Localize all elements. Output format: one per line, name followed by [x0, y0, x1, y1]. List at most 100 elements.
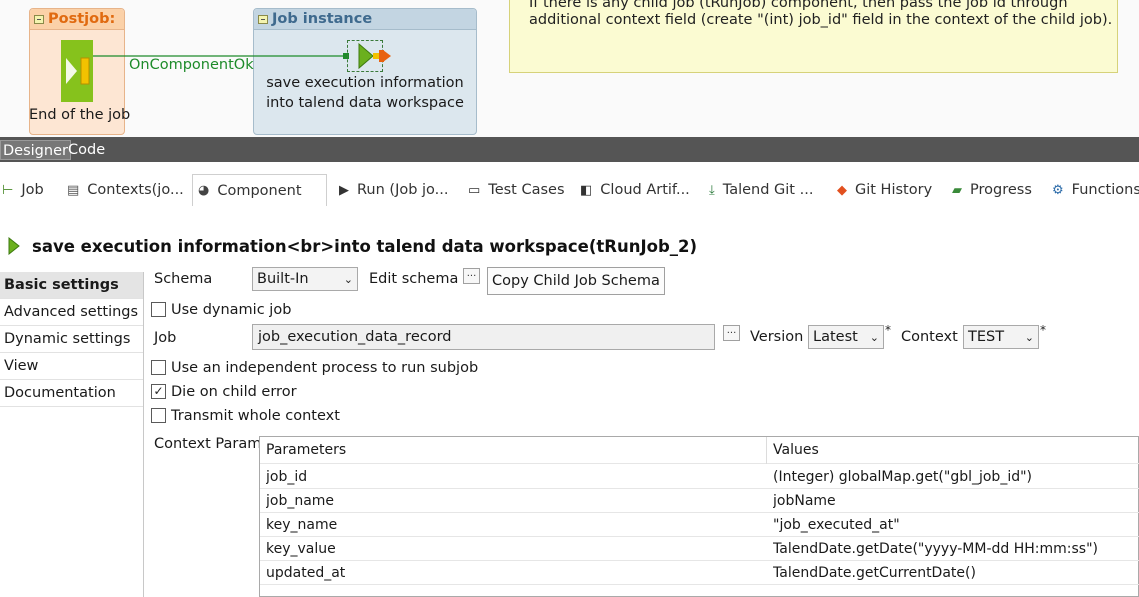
param-value[interactable]: (Integer) globalMap.get("gbl_job_id") [773, 465, 1032, 489]
table-row[interactable]: key_value TalendDate.getDate("yyyy-MM-dd… [260, 537, 1139, 561]
editor-tab-bar: Designer Code [0, 137, 1139, 162]
link-label[interactable]: OnComponentOk [129, 57, 254, 73]
header-values[interactable]: Values [773, 437, 819, 464]
trunjob-component[interactable] [347, 40, 391, 72]
schema-label: Schema [154, 271, 213, 287]
table-row[interactable]: job_id (Integer) globalMap.get("gbl_job_… [260, 465, 1139, 489]
job-label: Job [154, 330, 177, 346]
use-dynamic-job-label: Use dynamic job [171, 302, 292, 318]
header-parameters[interactable]: Parameters [266, 437, 346, 464]
context-label: Context [901, 329, 958, 345]
contexts-icon: ▤ [67, 182, 80, 198]
use-dynamic-job-checkbox[interactable] [151, 302, 166, 317]
tab-label: Cloud Artif... [600, 182, 690, 198]
param-name: key_value [266, 541, 336, 557]
designer-canvas[interactable]: If there is any child job (tRunJob) comp… [0, 0, 1139, 137]
chevron-down-icon: ⌄ [1024, 331, 1034, 344]
tab-label: Git History [855, 182, 933, 198]
run-icon: ▶ [339, 182, 349, 198]
version-label: Version [750, 329, 804, 345]
postjob-arrow-icon [61, 40, 93, 102]
nav-basic-settings[interactable]: Basic settings [0, 272, 143, 299]
tab-label: Progress [970, 182, 1032, 198]
tab-progress[interactable]: ▰ Progress [952, 175, 1032, 205]
test-cases-icon: ▭ [468, 182, 481, 198]
version-required-mark: * [885, 323, 891, 337]
tab-talend-git[interactable]: ⤓ Talend Git ... [709, 175, 813, 205]
nav-advanced-settings[interactable]: Advanced settings [0, 299, 143, 326]
job-field[interactable]: job_execution_data_record [252, 324, 715, 350]
tab-contexts[interactable]: ▤ Contexts(jo... [67, 175, 184, 205]
progress-icon: ▰ [952, 182, 962, 198]
table-row[interactable]: updated_at TalendDate.getCurrentDate() [260, 561, 1139, 585]
die-on-child-error-label: Die on child error [171, 384, 297, 400]
job-browse-button[interactable]: ... [723, 325, 740, 341]
talend-git-icon: ⤓ [709, 182, 715, 198]
tab-code[interactable]: Code [66, 140, 107, 160]
tab-test-cases[interactable]: ▭ Test Cases [468, 175, 565, 205]
context-select[interactable]: TEST ⌄ [963, 325, 1039, 349]
collapse-icon[interactable] [34, 14, 44, 24]
view-tab-bar: ⊢ Job ▤ Contexts(jo... ◕ Component ▶ Run… [0, 174, 1139, 206]
independent-process-checkbox[interactable] [151, 360, 166, 375]
tab-label: Functions [1071, 182, 1139, 198]
context-required-mark: * [1040, 323, 1046, 337]
tab-cloud-artifact[interactable]: ◧ Cloud Artif... [580, 175, 690, 205]
die-on-child-error-checkbox[interactable]: ✓ [151, 384, 166, 399]
param-name: updated_at [266, 565, 346, 581]
runjob-label[interactable]: save execution information into talend d… [253, 73, 477, 113]
tab-git-history[interactable]: ◆ Git History [837, 175, 932, 205]
postjob-component-icon[interactable] [61, 40, 93, 102]
table-header: Parameters Values [260, 437, 1139, 464]
job-instance-header[interactable]: Job instance [254, 9, 476, 30]
runjob-small-icon [8, 237, 20, 255]
transmit-whole-context-checkbox[interactable] [151, 408, 166, 423]
git-history-icon: ◆ [837, 182, 847, 198]
nav-dynamic-settings[interactable]: Dynamic settings [0, 326, 143, 353]
param-value[interactable]: jobName [773, 489, 836, 513]
table-row[interactable]: job_name jobName [260, 489, 1139, 513]
tab-component[interactable]: ◕ Component [192, 174, 327, 206]
runjob-label-line-1: save execution information [266, 75, 464, 91]
nav-documentation[interactable]: Documentation [0, 380, 143, 407]
version-select[interactable]: Latest ⌄ [808, 325, 884, 349]
chevron-down-icon: ⌄ [343, 273, 353, 286]
component-title-bar: save execution information<br>into talen… [0, 232, 697, 260]
postjob-component-label[interactable]: End of the job [29, 105, 130, 125]
functions-icon: ⚙ [1052, 182, 1064, 198]
tab-label: Test Cases [488, 182, 565, 198]
version-value: Latest [813, 329, 858, 345]
runjob-label-line-2: into talend data workspace [266, 95, 464, 111]
schema-select[interactable]: Built-In ⌄ [252, 267, 358, 291]
copy-child-job-schema-button[interactable]: Copy Child Job Schema [487, 267, 665, 295]
postjob-header[interactable]: Postjob: [30, 9, 124, 30]
note-line-1: If there is any child job (tRunJob) comp… [529, 0, 1068, 11]
edit-schema-label: Edit schema [369, 271, 459, 287]
component-title: save execution information<br>into talen… [32, 236, 698, 256]
cloud-artifact-icon: ◧ [580, 182, 593, 198]
tab-functions[interactable]: ⚙ Functions [1052, 175, 1139, 205]
param-value[interactable]: TalendDate.getDate("yyyy-MM-dd HH:mm:ss"… [773, 537, 1098, 561]
tab-label: Job [21, 182, 44, 198]
nav-view[interactable]: View [0, 353, 143, 380]
collapse-icon[interactable] [258, 14, 268, 24]
context-value: TEST [968, 329, 1005, 345]
table-row[interactable]: key_name "job_executed_at" [260, 513, 1139, 537]
job-icon: ⊢ [2, 182, 14, 198]
param-value[interactable]: TalendDate.getCurrentDate() [773, 561, 976, 585]
edit-schema-button[interactable]: ... [463, 268, 480, 284]
tab-job[interactable]: ⊢ Job [2, 175, 44, 205]
note-box[interactable]: If there is any child job (tRunJob) comp… [509, 0, 1118, 73]
tab-designer[interactable]: Designer [0, 140, 71, 160]
param-name: job_name [266, 493, 335, 509]
param-name: job_id [266, 469, 308, 485]
context-param-table[interactable]: Parameters Values job_id (Integer) globa… [259, 436, 1139, 597]
independent-process-label: Use an independent process to run subjob [171, 360, 479, 376]
postjob-title: Postjob: [48, 11, 116, 27]
chevron-down-icon: ⌄ [869, 331, 879, 344]
job-instance-title: Job instance [272, 11, 373, 27]
tab-run[interactable]: ▶ Run (Job jo... [339, 175, 449, 205]
tab-label: Contexts(jo... [87, 182, 184, 198]
param-value[interactable]: "job_executed_at" [773, 513, 900, 537]
column-divider[interactable] [766, 437, 767, 464]
